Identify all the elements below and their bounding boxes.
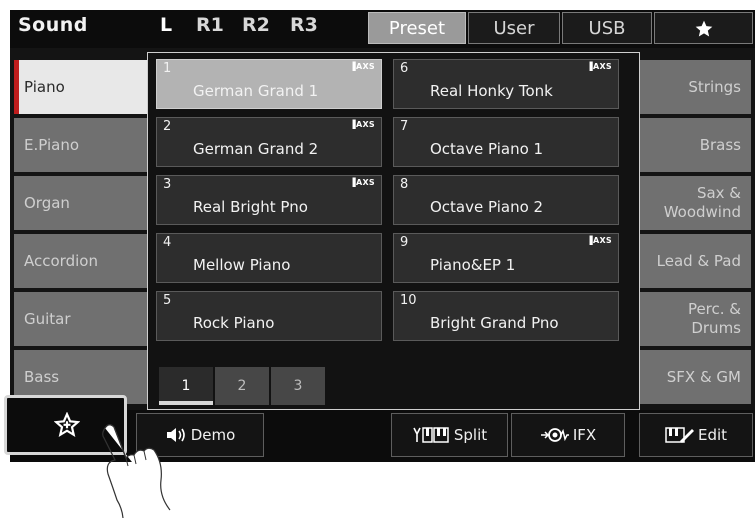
category-label: SFX & GM [666, 367, 741, 386]
voice-number: 10 [400, 293, 417, 308]
voice-item[interactable]: 10 Bright Grand Pno [393, 291, 619, 341]
voice-name: Real Bright Pno [193, 198, 308, 216]
voice-name: Mellow Piano [193, 256, 291, 274]
voice-item[interactable]: 4 Mellow Piano [156, 233, 382, 283]
axs-badge: ▐AXS [349, 178, 375, 187]
voice-number: 3 [163, 177, 172, 192]
edit-icon [665, 427, 694, 443]
tab-user[interactable]: User [468, 12, 560, 44]
part-r1-button[interactable]: R1 [196, 14, 224, 36]
star-icon [695, 20, 712, 37]
voice-name: Piano&EP 1 [430, 256, 516, 274]
category-label: Lead & Pad [656, 251, 741, 270]
split-label: Split [453, 426, 488, 444]
split-button[interactable]: Split [391, 413, 508, 457]
tab-favorite[interactable] [654, 12, 753, 44]
voice-number: 7 [400, 119, 409, 134]
voice-item[interactable]: 1 ▐AXS German Grand 1 [156, 59, 382, 109]
voice-number: 8 [400, 177, 409, 192]
part-r2-button[interactable]: R2 [242, 14, 270, 36]
voice-name: Bright Grand Pno [430, 314, 559, 332]
tab-usb[interactable]: USB [562, 12, 652, 44]
category-e-piano[interactable]: E.Piano [14, 118, 149, 172]
category-piano[interactable]: Piano [14, 60, 149, 114]
voice-item[interactable]: 3 ▐AXS Real Bright Pno [156, 175, 382, 225]
tab-preset[interactable]: Preset [368, 12, 466, 44]
pointing-hand-icon [102, 424, 171, 519]
star-add-icon [54, 412, 80, 437]
voice-number: 5 [163, 293, 172, 308]
ifx-icon [540, 428, 569, 442]
voice-name: Octave Piano 2 [430, 198, 544, 216]
voice-number: 1 [163, 61, 172, 76]
voice-item[interactable]: 7 Octave Piano 1 [393, 117, 619, 167]
voice-item[interactable]: 6 ▐AXS Real Honky Tonk [393, 59, 619, 109]
voice-item[interactable]: 5 Rock Piano [156, 291, 382, 341]
voice-number: 2 [163, 119, 172, 134]
voice-list-popup: 1 ▐AXS German Grand 1 2 ▐AXS German Gran… [147, 52, 640, 410]
category-label: Sax & Woodwind [663, 184, 741, 221]
page-button-2[interactable]: 2 [215, 367, 269, 405]
voice-name: Octave Piano 1 [430, 140, 544, 158]
axs-badge: ▐AXS [586, 236, 612, 245]
voice-name: Rock Piano [193, 314, 275, 332]
ifx-label: IFX [572, 426, 597, 444]
voice-name: German Grand 1 [193, 82, 319, 100]
voice-number: 4 [163, 235, 172, 250]
voice-item[interactable]: 9 ▐AXS Piano&EP 1 [393, 233, 619, 283]
voice-number: 6 [400, 61, 409, 76]
part-l-button[interactable]: L [160, 14, 172, 36]
category-organ[interactable]: Organ [14, 176, 149, 230]
category-guitar[interactable]: Guitar [14, 292, 149, 346]
top-bar: Sound L R1 R2 R3 Preset User USB [10, 10, 755, 48]
axs-badge: ▐AXS [349, 120, 375, 129]
voice-item[interactable]: 8 Octave Piano 2 [393, 175, 619, 225]
category-label: Perc. & Drums [687, 300, 741, 337]
category-label: Strings [688, 77, 741, 96]
voice-number: 9 [400, 235, 409, 250]
ifx-button[interactable]: IFX [511, 413, 625, 457]
axs-badge: ▐AXS [349, 62, 375, 71]
voice-item[interactable]: 2 ▐AXS German Grand 2 [156, 117, 382, 167]
page-title: Sound [18, 14, 88, 36]
part-r3-button[interactable]: R3 [290, 14, 318, 36]
split-icon [413, 427, 449, 443]
edit-label: Edit [697, 426, 728, 444]
voice-name: Real Honky Tonk [430, 82, 553, 100]
voice-name: German Grand 2 [193, 140, 319, 158]
edit-button[interactable]: Edit [639, 413, 753, 457]
page-button-1[interactable]: 1 [159, 367, 213, 405]
page-button-3[interactable]: 3 [271, 367, 325, 405]
axs-badge: ▐AXS [586, 62, 612, 71]
category-accordion[interactable]: Accordion [14, 234, 149, 288]
category-label: Brass [699, 135, 741, 154]
